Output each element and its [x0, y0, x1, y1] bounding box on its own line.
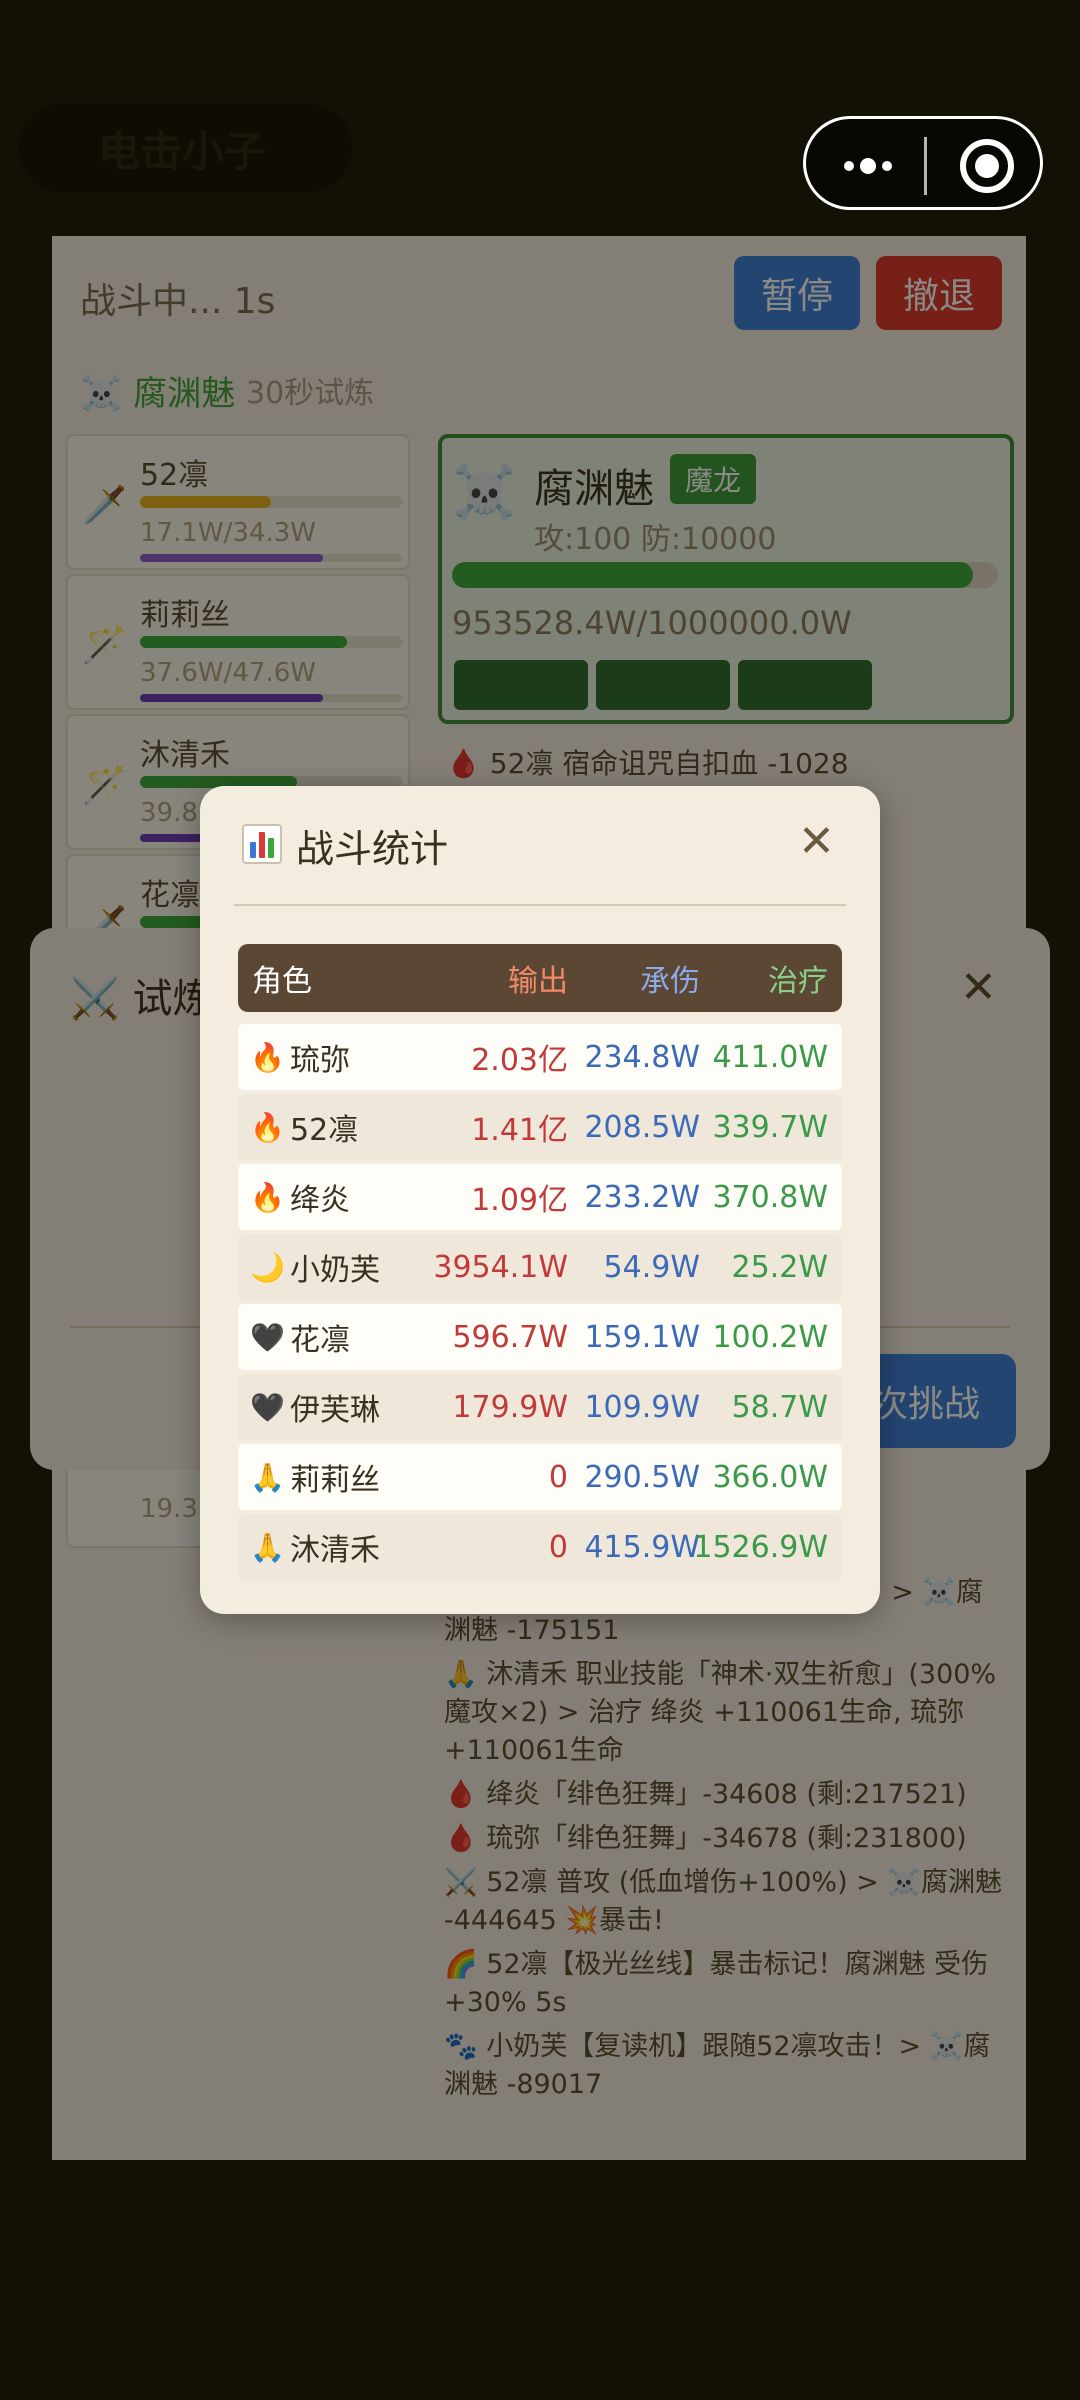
close-icon[interactable]: ✕ [798, 814, 835, 870]
output-value: 596.7W [452, 1319, 568, 1355]
heal-value: 366.0W [712, 1459, 828, 1495]
tank-value: 234.8W [584, 1039, 700, 1075]
close-miniprogram-icon[interactable] [960, 139, 1014, 193]
role-emoji: 🙏 [250, 1460, 285, 1494]
stats-row: 🖤 伊芙琳 179.9W 109.9W 58.7W [238, 1374, 842, 1440]
header-name: 角色 [252, 964, 312, 999]
tank-value: 159.1W [584, 1319, 700, 1355]
role-emoji: 🖤 [250, 1320, 285, 1354]
character-cell: 🖤 伊芙琳 [250, 1385, 380, 1429]
header-output: 输出 [508, 964, 568, 999]
character-name: 花凛 [290, 1323, 350, 1358]
output-value: 179.9W [452, 1389, 568, 1425]
role-emoji: 🌙 [250, 1250, 285, 1284]
bar-chart-icon [242, 824, 282, 864]
output-value: 0 [548, 1459, 568, 1495]
character-name: 小奶芙 [290, 1253, 380, 1288]
miniprogram-capsule [803, 116, 1043, 210]
role-emoji: 🔥 [250, 1180, 285, 1214]
heal-value: 411.0W [712, 1039, 828, 1075]
character-name: 52凛 [290, 1113, 359, 1148]
output-value: 2.03亿 [471, 1043, 568, 1078]
tank-value: 109.9W [584, 1389, 700, 1425]
heal-value: 1526.9W [693, 1529, 828, 1565]
heal-value: 58.7W [731, 1389, 828, 1425]
capsule-divider [924, 137, 927, 195]
heal-value: 370.8W [712, 1179, 828, 1215]
stats-row: 🖤 花凛 596.7W 159.1W 100.2W [238, 1304, 842, 1370]
character-name: 绛炎 [290, 1183, 350, 1218]
modal-title: 战斗统计 [296, 827, 449, 871]
stats-row: 🔥 绛炎 1.09亿 233.2W 370.8W [238, 1164, 842, 1230]
character-cell: 🔥 琉弥 [250, 1035, 350, 1079]
output-value: 3954.1W [433, 1249, 568, 1285]
role-emoji: 🖤 [250, 1390, 285, 1424]
heal-value: 100.2W [712, 1319, 828, 1355]
heal-value: 25.2W [731, 1249, 828, 1285]
role-emoji: 🔥 [250, 1110, 285, 1144]
more-options-icon[interactable] [844, 149, 924, 183]
stats-table-header: 角色 输出 承伤 治疗 [238, 944, 842, 1012]
character-cell: 🖤 花凛 [250, 1315, 350, 1359]
stats-row: 🙏 莉莉丝 0 290.5W 366.0W [238, 1444, 842, 1510]
output-value: 1.09亿 [471, 1183, 568, 1218]
stats-row: 🔥 琉弥 2.03亿 234.8W 411.0W [238, 1024, 842, 1090]
tank-value: 233.2W [584, 1179, 700, 1215]
divider [234, 904, 846, 906]
role-emoji: 🔥 [250, 1040, 285, 1074]
heal-value: 339.7W [712, 1109, 828, 1145]
output-value: 0 [548, 1529, 568, 1565]
character-cell: 🌙 小奶芙 [250, 1245, 380, 1289]
stats-row: 🔥 52凛 1.41亿 208.5W 339.7W [238, 1094, 842, 1160]
tank-value: 208.5W [584, 1109, 700, 1145]
character-cell: 🔥 52凛 [250, 1105, 358, 1149]
stats-row: 🙏 沐清禾 0 415.9W 1526.9W [238, 1514, 842, 1580]
stats-row: 🌙 小奶芙 3954.1W 54.9W 25.2W [238, 1234, 842, 1300]
header-tank: 承伤 [640, 964, 700, 999]
character-name: 沐清禾 [290, 1533, 380, 1568]
tank-value: 54.9W [603, 1249, 700, 1285]
header-heal: 治疗 [768, 964, 828, 999]
character-name: 琉弥 [290, 1043, 350, 1078]
battle-stats-modal: 战斗统计 ✕ 角色 输出 承伤 治疗 🔥 琉弥 2.03亿 234.8W 411.0W 🔥… [200, 786, 880, 1614]
tank-value: 415.9W [584, 1529, 700, 1565]
character-name: 伊芙琳 [290, 1393, 380, 1428]
output-value: 1.41亿 [471, 1113, 568, 1148]
character-cell: 🙏 沐清禾 [250, 1525, 380, 1569]
role-emoji: 🙏 [250, 1530, 285, 1564]
character-name: 莉莉丝 [290, 1463, 380, 1498]
tank-value: 290.5W [584, 1459, 700, 1495]
character-cell: 🔥 绛炎 [250, 1175, 350, 1219]
character-cell: 🙏 莉莉丝 [250, 1455, 380, 1499]
